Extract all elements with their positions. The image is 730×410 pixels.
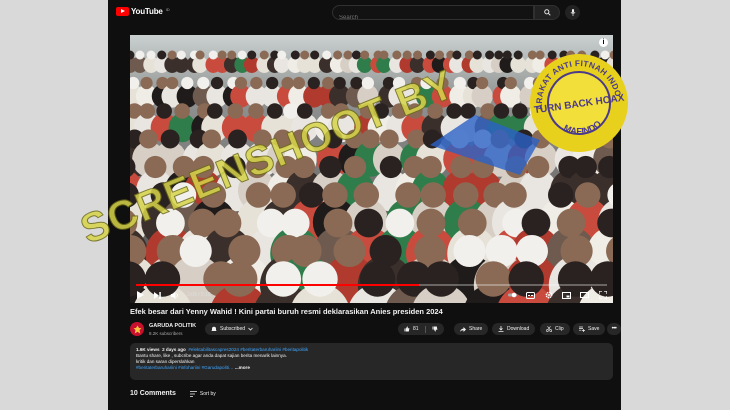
description-box[interactable]: 1.6K views 2 days ago #elektabilitascapr… <box>130 343 613 380</box>
like-dislike-group: 81 <box>398 323 444 335</box>
comments-header: 10 Comments Sort by <box>130 390 216 397</box>
upload-age: 2 days ago <box>162 347 186 352</box>
progress-bar[interactable] <box>136 284 607 286</box>
hashtags-bottom[interactable]: #beritaterbaruhariini #infohariini #Garu… <box>136 365 234 370</box>
clip-label: Clip <box>555 326 564 332</box>
save-label: Save <box>588 326 600 332</box>
top-bar: YouTube ID <box>108 0 621 26</box>
autoplay-toggle-icon <box>508 292 517 298</box>
save-button[interactable]: Save <box>573 323 606 335</box>
theater-button[interactable] <box>580 291 589 300</box>
player-controls: 3:09 / 5:19 <box>130 287 613 303</box>
mafindo-turnbackhoax-badge: MASYARAKAT ANTI FITNAH INDONESIA MAFINDO… <box>528 52 628 152</box>
subtitles-button[interactable] <box>526 291 535 300</box>
theater-mode-icon <box>580 292 589 298</box>
channel-name[interactable]: GARUDA POLITIK <box>149 323 196 329</box>
search-icon <box>543 9 551 16</box>
next-button[interactable] <box>153 291 162 300</box>
like-count[interactable]: 81 <box>413 326 419 332</box>
subscriber-count: 8.2K subscribers <box>149 331 183 336</box>
like-divider <box>424 325 426 333</box>
fullscreen-button[interactable] <box>598 291 607 300</box>
logo-country: ID <box>165 6 170 12</box>
play-icon <box>137 291 144 299</box>
channel-avatar[interactable] <box>130 322 144 336</box>
more-horizontal-icon: ••• <box>611 326 617 332</box>
search-button[interactable] <box>534 5 560 20</box>
info-icon[interactable]: i <box>599 38 608 47</box>
next-icon <box>154 291 161 299</box>
gear-icon <box>545 291 552 299</box>
save-playlist-icon <box>579 326 585 332</box>
download-icon <box>498 326 504 332</box>
thumbs-up-icon[interactable] <box>404 326 410 332</box>
miniplayer-button[interactable] <box>562 291 571 300</box>
share-label: Share <box>469 326 483 332</box>
autoplay-toggle[interactable] <box>508 291 517 300</box>
channel-row: GARUDA POLITIK 8.2K subscribers Subscrib… <box>130 321 621 339</box>
time-display: 3:09 / 5:19 <box>187 292 211 298</box>
more-actions-button[interactable]: ••• <box>607 323 621 335</box>
volume-icon <box>170 291 178 299</box>
subscribe-label: Subscribed <box>220 326 246 332</box>
bell-icon <box>211 326 217 331</box>
sort-by-label: Sort by <box>199 390 216 397</box>
play-button[interactable] <box>136 291 145 300</box>
miniplayer-icon <box>562 291 571 299</box>
show-more-link[interactable]: ...more <box>235 365 250 370</box>
logo-text: YouTube <box>131 7 163 16</box>
garuda-logo-icon <box>133 325 141 333</box>
thumbs-down-icon[interactable] <box>432 326 438 332</box>
subscribe-button[interactable]: Subscribed <box>205 323 260 335</box>
youtube-logo[interactable]: YouTube ID <box>116 7 170 16</box>
sort-icon <box>189 390 197 397</box>
download-button[interactable]: Download <box>492 323 536 335</box>
scissors-icon <box>546 326 552 332</box>
screenshot-stage: YouTube ID Search i 3:09 / 5:19 Efek bes… <box>0 0 730 410</box>
subtitles-icon <box>526 291 535 299</box>
share-button[interactable]: Share <box>454 323 489 335</box>
hashtags-top[interactable]: #elektabilitascapres2024 #beritaterbaruh… <box>188 347 308 352</box>
right-controls <box>508 291 607 300</box>
settings-button[interactable] <box>544 291 553 300</box>
sort-by-button[interactable]: Sort by <box>189 390 216 397</box>
youtube-play-icon <box>116 7 129 16</box>
video-title: Efek besar dari Yenny Wahid ! Kini parta… <box>130 307 443 316</box>
microphone-icon <box>570 9 575 16</box>
share-icon <box>460 326 466 332</box>
fullscreen-icon <box>598 291 607 299</box>
download-label: Download <box>507 326 530 332</box>
progress-fill <box>136 284 419 286</box>
search-input[interactable] <box>333 12 533 24</box>
comments-count: 10 Comments <box>130 390 176 397</box>
clip-button[interactable]: Clip <box>540 323 570 335</box>
volume-button[interactable] <box>170 291 179 300</box>
chevron-down-icon <box>248 327 253 331</box>
search-box <box>332 5 534 24</box>
view-count: 1.6K views <box>136 347 160 352</box>
voice-search-button[interactable] <box>565 5 580 20</box>
